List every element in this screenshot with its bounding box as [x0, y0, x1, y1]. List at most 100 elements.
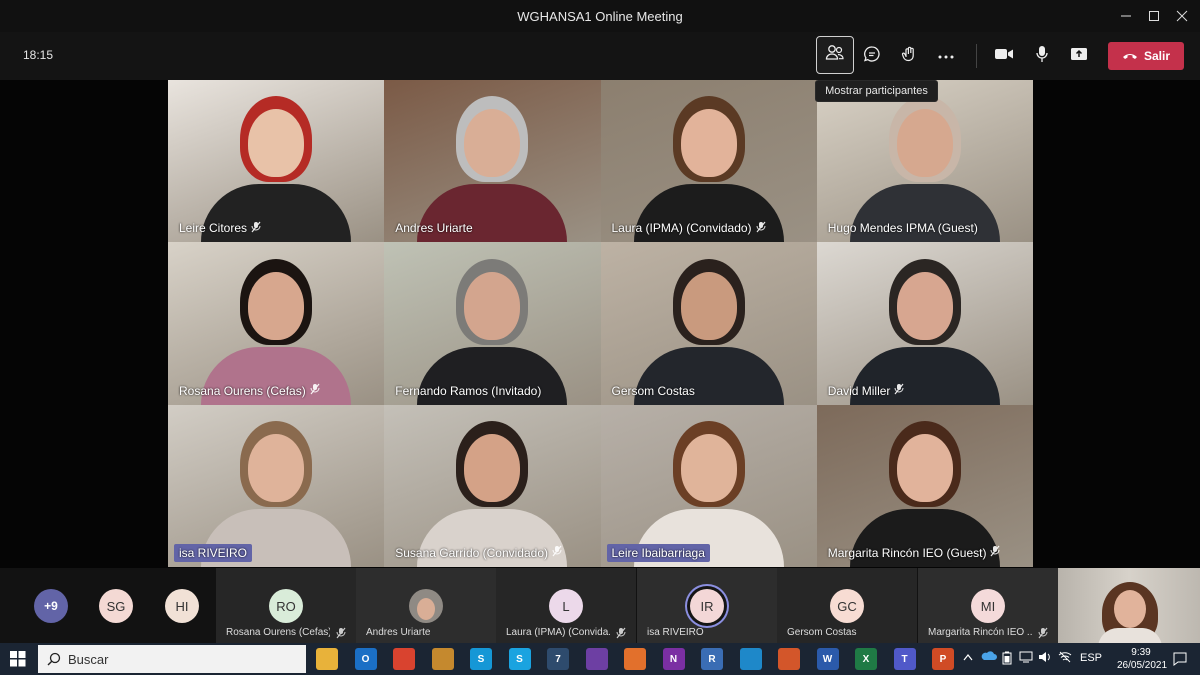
- taskbar-search[interactable]: Buscar: [38, 645, 306, 673]
- participant-name-tag: Leire Ibaibarriaga: [606, 543, 710, 562]
- participant-name-tag: Hugo Mendes IPMA (Guest): [823, 219, 983, 237]
- close-icon[interactable]: [1164, 0, 1200, 32]
- participant-name: David Miller: [827, 383, 891, 398]
- mic-off-icon: [1038, 626, 1048, 644]
- more-options-button[interactable]: [928, 38, 964, 74]
- video-tile[interactable]: Susana Garrido (Convidado): [384, 404, 601, 567]
- video-tile[interactable]: David Miller: [816, 242, 1033, 405]
- outlook-icon[interactable]: O: [354, 648, 377, 670]
- sailboat-icon[interactable]: [431, 648, 454, 670]
- video-tile[interactable]: Fernando Ramos (Invitado): [384, 242, 601, 405]
- participants-button[interactable]: [816, 36, 854, 74]
- participant-name: Susana Garrido (Convidado): [395, 545, 548, 560]
- participant-name: Fernando Ramos (Invitado): [395, 383, 542, 398]
- battery-icon[interactable]: [1002, 651, 1012, 668]
- video-tile[interactable]: Rosana Ourens (Cefas): [168, 242, 385, 405]
- app-purple-icon[interactable]: [585, 648, 608, 670]
- avatar[interactable]: HI: [165, 589, 199, 623]
- participant-tile[interactable]: Andres Uriarte: [356, 568, 496, 643]
- word-icon[interactable]: W: [816, 648, 839, 670]
- powerpoint-icon[interactable]: P: [932, 648, 954, 670]
- skype-icon[interactable]: S: [470, 648, 492, 670]
- microphone-button[interactable]: [1024, 38, 1060, 74]
- reactions-icon: [900, 45, 918, 68]
- input-language[interactable]: ESP: [1080, 652, 1102, 664]
- taskbar-clock[interactable]: 9:39 26/05/2021: [1117, 646, 1167, 672]
- onedrive-icon[interactable]: [981, 651, 997, 664]
- r-icon[interactable]: R: [701, 648, 723, 670]
- badge-7-icon[interactable]: 7: [547, 648, 569, 670]
- participant-name-tag: Fernando Ramos (Invitado): [390, 382, 546, 400]
- windows-start-icon[interactable]: [10, 651, 26, 672]
- mic-off-icon: [756, 221, 766, 236]
- leave-button[interactable]: Salir: [1108, 42, 1184, 70]
- meeting-timer: 18:15: [23, 48, 54, 62]
- share-screen-button[interactable]: [1061, 38, 1097, 74]
- participant-tile[interactable]: MI Margarita Rincón IEO ...: [918, 568, 1058, 643]
- app-orange-icon[interactable]: [624, 648, 646, 670]
- wifi-off-icon[interactable]: [1058, 651, 1072, 666]
- video-tile[interactable]: Gersom Costas: [600, 242, 817, 405]
- toolbar-divider: [976, 44, 977, 68]
- network-icon[interactable]: [1019, 651, 1033, 666]
- participant-tile[interactable]: IR isa RIVEIRO: [637, 568, 777, 643]
- participant-tile[interactable]: RO Rosana Ourens (Cefas): [216, 568, 356, 643]
- skype-alt-icon[interactable]: S: [508, 648, 531, 670]
- chevron-up-icon[interactable]: [963, 652, 973, 664]
- participant-label: Margarita Rincón IEO ...: [928, 627, 1032, 638]
- participant-face: [248, 109, 305, 178]
- participant-face: [680, 271, 737, 340]
- excel-icon[interactable]: X: [855, 648, 877, 670]
- participant-name-tag: isa RIVEIRO: [174, 543, 253, 562]
- participant-label: Andres Uriarte: [366, 627, 431, 638]
- app-glyph: W: [822, 653, 833, 665]
- video-tile[interactable]: Andres Uriarte: [384, 80, 601, 243]
- app-glyph: 7: [555, 653, 561, 665]
- participant-label: Rosana Ourens (Cefas): [226, 627, 330, 638]
- app-glyph: O: [361, 653, 370, 665]
- participant-name-tag: Laura (IPMA) (Convidado): [607, 219, 771, 237]
- chrome-icon[interactable]: [393, 648, 415, 670]
- leave-label: Salir: [1143, 49, 1170, 63]
- video-tile[interactable]: Leire Citores: [168, 80, 385, 243]
- onenote-icon[interactable]: N: [662, 648, 685, 670]
- video-tile[interactable]: Margarita Rincón IEO (Guest): [816, 404, 1033, 567]
- reactions-button[interactable]: [891, 38, 927, 74]
- video-tile[interactable]: Leire Ibaibarriaga: [600, 404, 817, 567]
- title-bar: WGHANSA1 Online Meeting: [0, 0, 1200, 32]
- participant-face: [248, 271, 305, 340]
- video-grid: Leire Citores Andres Uriarte Laura (IPMA) …: [168, 80, 1033, 567]
- participant-name: Leire Citores: [179, 221, 248, 236]
- video-tile[interactable]: Hugo Mendes IPMA (Guest): [816, 80, 1033, 243]
- participant-name-tag: Leire Citores: [174, 219, 266, 237]
- meeting-toolbar: 18:15 Salir: [0, 32, 1200, 80]
- app-blue-icon[interactable]: [739, 648, 762, 670]
- participant-name-tag: Andres Uriarte: [390, 219, 477, 237]
- mic-off-icon: [310, 383, 320, 398]
- teams-meeting-window: WGHANSA1 Online Meeting 18:15 Salir Most…: [0, 0, 1200, 675]
- app-glyph: R: [708, 653, 716, 665]
- app-glyph: N: [669, 653, 678, 665]
- participant-name: Andres Uriarte: [395, 221, 473, 236]
- participant-name: Hugo Mendes IPMA (Guest): [827, 221, 978, 236]
- mic-off-icon: [336, 626, 346, 644]
- home-icon[interactable]: [778, 648, 800, 670]
- avatar[interactable]: SG: [99, 589, 133, 623]
- video-tile[interactable]: Laura (IPMA) (Convidado): [600, 80, 817, 243]
- volume-icon[interactable]: [1038, 651, 1052, 666]
- app-glyph: S: [516, 653, 523, 665]
- avatar: IR: [690, 589, 724, 623]
- participant-face: [464, 109, 521, 178]
- notifications-icon[interactable]: [1172, 651, 1188, 672]
- participant-tile[interactable]: L Laura (IPMA) (Convida...: [496, 568, 636, 643]
- participant-tile[interactable]: GC Gersom Costas: [777, 568, 917, 643]
- overflow-participants-badge[interactable]: +9: [34, 589, 68, 623]
- camera-button[interactable]: [986, 38, 1022, 74]
- chat-button[interactable]: [854, 38, 890, 74]
- teams-icon[interactable]: T: [893, 648, 916, 670]
- avatar: RO: [269, 589, 303, 623]
- participant-name-tag: Susana Garrido (Convidado): [390, 544, 567, 562]
- mic-off-icon: [552, 545, 562, 560]
- video-tile[interactable]: isa RIVEIRO: [168, 404, 385, 567]
- folder-icon[interactable]: [316, 648, 338, 670]
